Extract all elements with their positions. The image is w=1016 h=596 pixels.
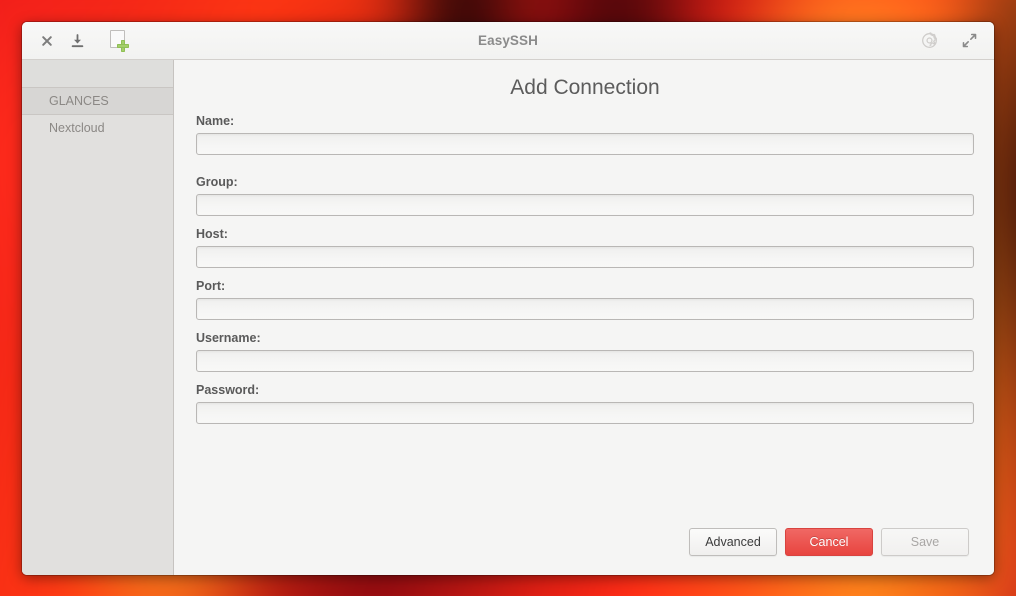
dialog-action-bar: Advanced Cancel Save: [196, 528, 974, 559]
field-port: Port:: [196, 279, 974, 320]
new-connection-icon: [110, 30, 129, 52]
name-label: Name:: [196, 114, 235, 128]
username-label: Username:: [196, 331, 261, 345]
form-gap: [196, 218, 974, 227]
easyssh-window: EasySSH GLANCES Nextcloud Add Connection…: [22, 22, 994, 575]
advanced-button[interactable]: Advanced: [689, 528, 777, 556]
gear-icon: [921, 32, 937, 48]
desktop: EasySSH GLANCES Nextcloud Add Connection…: [0, 0, 1016, 596]
sidebar-item-nextcloud[interactable]: Nextcloud: [22, 115, 173, 141]
field-name: Name:: [196, 114, 974, 155]
fullscreen-icon: [962, 33, 976, 48]
field-username: Username:: [196, 331, 974, 372]
form-gap: [196, 322, 974, 331]
form-gap: [196, 270, 974, 279]
panel-title: Add Connection: [510, 76, 660, 99]
sidebar-empty-area: [22, 141, 173, 575]
group-input[interactable]: [196, 194, 974, 216]
host-input[interactable]: [196, 246, 974, 268]
settings-button[interactable]: [914, 28, 944, 54]
form-gap: [196, 374, 974, 383]
password-input[interactable]: [196, 402, 974, 424]
connection-form: Name: Group: Host: Port: Username: Passw…: [196, 114, 974, 426]
sidebar-header: [22, 60, 173, 88]
cancel-button[interactable]: Cancel: [785, 528, 873, 556]
port-label: Port:: [196, 279, 226, 293]
window-headerbar: EasySSH: [22, 22, 994, 60]
new-connection-button[interactable]: [104, 28, 134, 54]
sidebar-item-glances[interactable]: GLANCES: [22, 88, 173, 115]
username-input[interactable]: [196, 350, 974, 372]
plus-badge: [117, 40, 129, 52]
sidebar-item-label: Nextcloud: [49, 121, 105, 135]
port-input[interactable]: [196, 298, 974, 320]
add-connection-panel: Add Connection Name: Group: Host: Port: …: [174, 60, 994, 575]
connections-sidebar: GLANCES Nextcloud: [22, 60, 174, 575]
save-button[interactable]: Save: [881, 528, 969, 556]
import-button[interactable]: [62, 28, 92, 54]
sidebar-item-label: GLANCES: [49, 94, 109, 108]
host-label: Host:: [196, 227, 228, 241]
name-input[interactable]: [196, 133, 974, 155]
window-body: GLANCES Nextcloud Add Connection Name: G…: [22, 60, 994, 575]
headerbar-right-group: [914, 28, 984, 54]
field-group: Group:: [196, 175, 974, 216]
page-title: EasySSH: [478, 33, 538, 48]
form-gap: [196, 157, 974, 175]
close-button[interactable]: [32, 28, 62, 54]
fullscreen-button[interactable]: [954, 28, 984, 54]
field-host: Host:: [196, 227, 974, 268]
group-label: Group:: [196, 175, 238, 189]
field-password: Password:: [196, 383, 974, 424]
import-icon: [71, 33, 83, 47]
password-label: Password:: [196, 383, 260, 397]
close-icon: [42, 35, 52, 46]
